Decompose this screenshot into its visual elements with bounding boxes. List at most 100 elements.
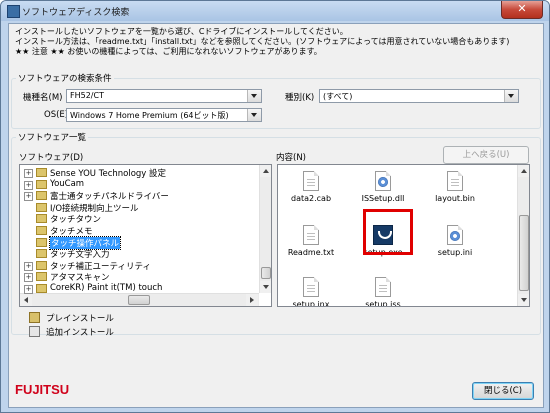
model-select[interactable]: FH52/CT	[66, 89, 262, 103]
scroll-up-icon[interactable]	[260, 165, 271, 177]
icon-detail	[378, 177, 388, 187]
expand-icon[interactable]: +	[24, 273, 33, 283]
legend-additional-label: 追加インストール	[46, 328, 114, 338]
folder-icon	[36, 179, 47, 189]
tree-item-label: タッチ補正ユーティリティ	[50, 261, 151, 272]
icon-detail	[450, 231, 460, 241]
folder-icon	[36, 272, 47, 282]
tree-item-label: タッチ文字入力	[50, 250, 110, 261]
icon-detail	[307, 233, 315, 241]
document-icon	[375, 277, 391, 297]
tree-vertical-scrollbar[interactable]	[259, 165, 271, 293]
software-tree[interactable]: + Sense YOU Technology 設定 + YouCam + 富士通タッチパネ…	[19, 164, 272, 307]
scroll-thumb[interactable]	[519, 215, 529, 291]
settings-file-icon	[447, 225, 463, 245]
file-item[interactable]: ISSetup.dll	[348, 171, 418, 203]
fujitsu-logo: FUJITSU	[15, 382, 70, 397]
type-select[interactable]: (すべて)	[319, 89, 519, 103]
scroll-thumb[interactable]	[261, 267, 271, 279]
tree-item-label: タッチメモ	[50, 227, 93, 237]
file-name: setup.iss	[365, 300, 401, 307]
type-select-value: (すべて)	[323, 92, 353, 101]
window-title: ソフトウェアディスク検索	[22, 8, 130, 18]
software-label: ソフトウェア(D)	[19, 153, 84, 163]
content-label: 内容(N)	[276, 153, 306, 163]
legend-preinstall-label: プレインストール	[46, 314, 114, 324]
expand-icon[interactable]: +	[24, 180, 33, 190]
highlight-box	[363, 209, 413, 255]
file-name: Readme.txt	[287, 248, 335, 257]
files-vertical-scrollbar[interactable]	[517, 165, 529, 306]
search-conditions-legend: ソフトウェアの検索条件	[18, 74, 112, 84]
model-select-value: FH52/CT	[70, 91, 104, 100]
preinstall-folder-icon	[29, 312, 40, 323]
additional-folder-icon	[29, 326, 40, 337]
model-label: 機種名(M)	[23, 93, 63, 103]
tree-horizontal-scrollbar[interactable]	[20, 293, 259, 306]
file-item[interactable]: setup.inx	[278, 277, 346, 307]
chevron-down-icon[interactable]	[504, 90, 518, 102]
expand-icon[interactable]: +	[24, 192, 33, 202]
app-icon	[7, 5, 20, 18]
tree-item-label: タッチタウン	[50, 215, 102, 226]
text-document-icon	[303, 225, 319, 245]
file-item[interactable]: setup.ini	[420, 225, 490, 257]
scroll-left-icon[interactable]	[20, 294, 32, 306]
up-button[interactable]: 上へ戻る(U)	[443, 146, 529, 164]
window-close-button[interactable]: ✕	[501, 1, 543, 19]
icon-detail	[451, 179, 459, 187]
expand-icon[interactable]: +	[24, 261, 33, 271]
document-icon	[303, 171, 319, 191]
file-item[interactable]: setup.iss	[348, 277, 418, 307]
folder-icon	[36, 260, 47, 270]
dll-gear-icon	[375, 171, 391, 191]
scroll-up-icon[interactable]	[518, 165, 529, 177]
software-list-legend: ソフトウェア一覧	[18, 133, 87, 143]
tree-item-label: YouCam	[50, 178, 85, 189]
file-item[interactable]: Readme.txt	[278, 225, 346, 257]
tree-item-label: アタマスキャン	[50, 273, 110, 284]
expand-icon[interactable]: +	[24, 169, 33, 178]
folder-icon	[36, 237, 47, 247]
folder-icon	[36, 249, 47, 259]
type-label: 種別(K)	[285, 93, 315, 103]
instructions: インストールしたいソフトウェアを一覧から選び、Cドライブにインストールしてくださ…	[15, 27, 535, 57]
folder-icon	[36, 226, 47, 235]
chevron-down-icon[interactable]	[247, 90, 261, 102]
file-name: data2.cab	[290, 194, 332, 203]
file-name: setup.inx	[292, 300, 330, 307]
folder-icon	[36, 214, 47, 224]
title-bar: ソフトウェアディスク検索 ✕	[1, 1, 549, 21]
file-name: ISSetup.dll	[361, 194, 405, 203]
client-area: インストールしたいソフトウェアを一覧から選び、Cドライブにインストールしてくださ…	[8, 23, 544, 408]
close-button[interactable]: 閉じる(C)	[472, 382, 534, 400]
scroll-down-icon[interactable]	[260, 281, 271, 293]
instruction-line-3: ★★ 注意 ★★ お使いの機種によっては、ご利用になれないソフトウェアがあります…	[15, 47, 322, 56]
tree-item-label: I/O接続規制向上ツール	[50, 203, 139, 214]
scroll-right-icon[interactable]	[246, 294, 258, 306]
folder-icon	[36, 191, 47, 201]
tree-item-label: CoreKR) Paint it(TM) touch	[50, 283, 163, 293]
tree-item-label: Sense YOU Technology 設定	[50, 169, 167, 179]
folder-icon	[36, 168, 47, 177]
file-item[interactable]: data2.cab	[278, 171, 346, 203]
folder-icon	[36, 202, 47, 212]
chevron-down-icon[interactable]	[247, 109, 261, 121]
os-label: OS(E)	[44, 110, 69, 120]
file-name: layout.bin	[435, 194, 475, 203]
instruction-line-1: インストールしたいソフトウェアを一覧から選び、Cドライブにインストールしてくださ…	[15, 27, 348, 36]
scroll-down-icon[interactable]	[518, 294, 529, 306]
icon-detail	[307, 179, 315, 187]
file-name: setup.ini	[437, 248, 473, 257]
os-select-value: Windows 7 Home Premium (64ビット版)	[70, 111, 229, 120]
tree-item-label: タッチ操作パネル	[48, 235, 122, 250]
scroll-thumb[interactable]	[128, 295, 150, 305]
os-select[interactable]: Windows 7 Home Premium (64ビット版)	[66, 108, 262, 122]
folder-icon	[36, 284, 47, 293]
instruction-line-2: インストール方法は、「readme.txt」「install.txt」などを参照…	[15, 37, 510, 46]
app-window: ソフトウェアディスク検索 ✕ インストールしたいソフトウェアを一覧から選び、Cド…	[0, 0, 550, 413]
file-item[interactable]: layout.bin	[420, 171, 490, 203]
icon-detail	[379, 285, 387, 293]
tree-item-label: 富士通タッチパネルドライバー	[50, 192, 169, 203]
expand-icon[interactable]: +	[24, 285, 33, 294]
